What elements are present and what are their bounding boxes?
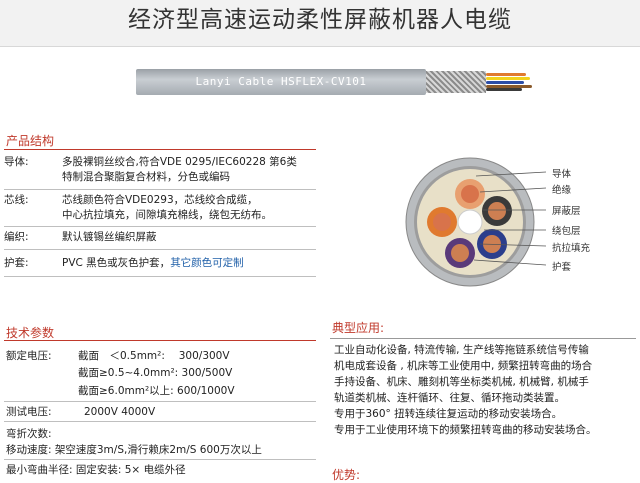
core-wire [486,77,530,80]
cable-braid [426,71,486,93]
speed-text: 移动速度: 架空速度3m/S,滑行赖床2m/S 600万次以上 [6,444,262,456]
conductor [451,244,469,262]
bend-cycles-label: 弯折次数: [6,428,52,440]
row-value: 多股裸铜丝绞合,符合VDE 0295/IEC60228 第6类 [62,156,297,168]
test-voltage-label: 测试电压: [6,406,52,418]
cable-cores [486,73,532,91]
application-line: 专用于工业使用环境下的频繁扭转弯曲的移动安装场合。 [334,424,597,436]
core-wire [486,81,524,84]
callout-sheath: 护套 [552,262,572,273]
application-line: 专用于360° 扭转连续往复运动的移动安装场合。 [334,408,563,420]
cable-jacket: Lanyi Cable HSFLEX-CV101 [136,69,426,95]
row-value: 默认镀锡丝编织屏蔽 [62,231,157,243]
row-key: 导体: [4,156,29,168]
row-value: 中心抗拉填充，间隙填充棉线，绕包无纺布。 [62,209,272,221]
callout-insulation: 绝缘 [552,185,572,196]
tech-rule [4,340,316,341]
row-key: 编织: [4,231,29,243]
min-bend-radius: 最小弯曲半径: 固定安装: 5× 电缆外径 [6,464,186,476]
application-line: 手持设备、机床、雕刻机等坐标类机械, 机械臂, 机械手 [334,376,589,388]
conductor [433,213,451,231]
row-divider [4,276,316,277]
cable-label: Lanyi Cable HSFLEX-CV101 [195,75,367,88]
title-bar: 经济型高速运动柔性屏蔽机器人电缆 [0,0,640,47]
row-divider [4,189,316,190]
row-divider [4,249,316,250]
callout-conductor: 导体 [552,169,572,180]
application-heading: 典型应用: [332,321,385,335]
voltage-label: 额定电压: [6,350,52,362]
voltage-row: 截面≥6.0mm²以上: 600/1000V [78,385,235,397]
application-line: 工业自动化设备, 特流传输, 生产线等拖链系统信号传输 [334,344,589,356]
row-divider [4,401,316,402]
application-line: 机电成套设备 , 机床等工业使用中, 频繁扭转弯曲的场合 [334,360,593,372]
test-voltage-value: 2000V 4000V [84,406,156,418]
callout-shield: 屏蔽层 [552,206,581,217]
row-key: 芯线: [4,194,29,206]
tech-heading: 技术参数 [6,326,55,340]
callout-wrap: 绕包层 [552,226,581,237]
voltage-row: 截面 ＜0.5mm²: 300/300V [78,350,230,362]
core-wire [486,88,522,91]
row-divider [4,226,316,227]
row-value: 芯线颜色符合VDE0293，芯线绞合成缆， [62,194,258,206]
core-wire [486,73,526,76]
callout-filler: 抗拉填充 [552,243,591,254]
row-key: 护套: [4,257,29,269]
application-line: 轨道类机械、连杆循环、往复、循环拖动类装置。 [334,392,565,404]
structure-heading: 产品结构 [6,134,55,148]
application-text: 工业自动化设备, 特流传输, 生产线等拖链系统信号传输 机电成套设备 , 机床等… [334,342,636,438]
row-value: 特制混合聚脂复合材料，分色或编码 [62,171,230,183]
advantage-heading: 优势: [332,468,361,482]
custom-color-note: 其它颜色可定制 [170,257,244,269]
row-value: PVC 黑色或灰色护套， [62,257,171,269]
row-divider [4,421,316,422]
voltage-row: 截面≥0.5~4.0mm²: 300/500V [78,367,233,379]
callout-lines [473,171,547,266]
row-divider [4,459,316,460]
structure-rule [4,149,316,150]
page-title: 经济型高速运动柔性屏蔽机器人电缆 [128,7,512,33]
